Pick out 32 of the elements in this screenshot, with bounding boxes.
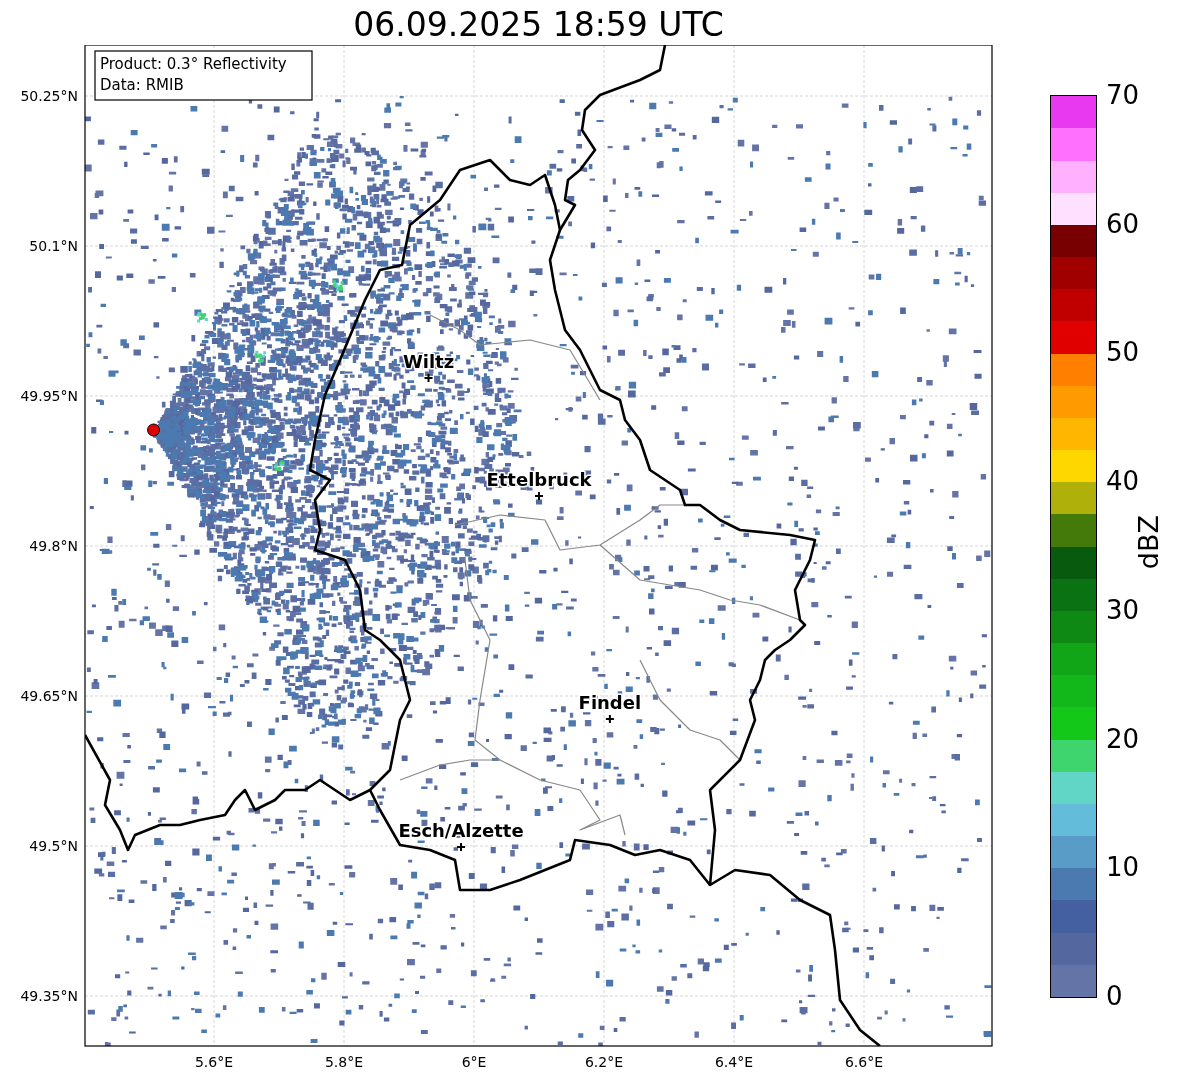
colorbar-tick-label: 50 <box>1105 338 1140 367</box>
longitude-label: 6.4°E <box>714 1054 754 1070</box>
colorbar-tick-label: 60 <box>1105 209 1140 238</box>
chart-title: 06.09.2025 18:59 UTC <box>352 4 725 45</box>
city-label: Findel <box>578 692 642 713</box>
colorbar-tick-label: 30 <box>1105 595 1140 624</box>
latitude-label: 49.95°N <box>20 388 78 404</box>
city-marker-icon <box>604 714 615 724</box>
latitude-label: 49.5°N <box>29 838 78 854</box>
radar-site-icon <box>147 423 161 437</box>
city-label: Esch/Alzette <box>398 820 524 841</box>
longitude-label: 6°E <box>461 1054 487 1070</box>
latitude-label: 50.25°N <box>20 88 78 104</box>
city-marker-icon <box>423 373 434 383</box>
longitude-label: 6.2°E <box>584 1054 624 1070</box>
latitude-label: 50.1°N <box>29 238 78 254</box>
latitude-label: 49.65°N <box>20 688 78 704</box>
colorbar-tick-label: 20 <box>1105 724 1140 753</box>
latitude-label: 49.35°N <box>20 988 78 1004</box>
colorbar-tick-label: 40 <box>1105 467 1140 496</box>
colorbar-label: dBZ <box>1133 515 1165 570</box>
longitude-label: 6.6°E <box>844 1054 884 1070</box>
colorbar-tick-label: 10 <box>1105 853 1140 882</box>
colorbar-tick-label: 70 <box>1105 81 1140 109</box>
city-marker-icon <box>456 842 467 852</box>
info-text: Product: 0.3° Reflectivity <box>100 55 287 73</box>
colorbar-tick-label: 0 <box>1105 981 1124 1010</box>
city-marker-icon <box>534 491 544 501</box>
info-text: Data: RMIB <box>100 76 184 94</box>
longitude-label: 5.8°E <box>324 1054 364 1070</box>
latitude-label: 49.8°N <box>29 538 78 554</box>
longitude-label: 5.6°E <box>194 1054 234 1070</box>
